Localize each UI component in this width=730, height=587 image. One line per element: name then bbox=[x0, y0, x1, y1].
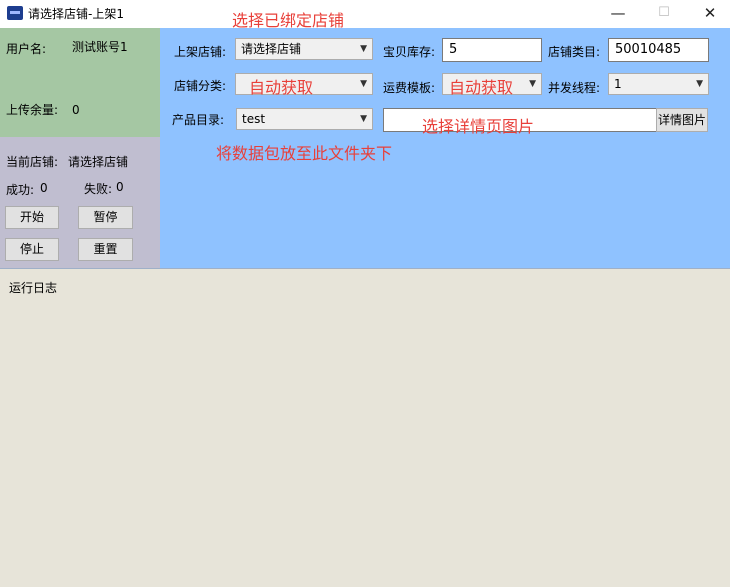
store-class-label: 店铺分类: bbox=[174, 79, 227, 93]
stock-label: 宝贝库存: bbox=[383, 45, 436, 59]
close-button[interactable]: ✕ bbox=[687, 0, 730, 28]
shipping-template-label: 运费模板: bbox=[383, 81, 436, 95]
minimize-button[interactable]: — bbox=[595, 0, 641, 28]
success-label: 成功: bbox=[6, 183, 35, 197]
current-store-label: 当前店铺: bbox=[6, 155, 59, 169]
username-value: 测试账号1 bbox=[72, 40, 128, 54]
pause-button[interactable]: 暂停 bbox=[78, 206, 133, 229]
divider bbox=[0, 268, 730, 269]
product-dir-label: 产品目录: bbox=[172, 113, 225, 127]
threads-value: 1 bbox=[614, 77, 622, 91]
chevron-down-icon: ▼ bbox=[529, 79, 536, 89]
shelf-store-select[interactable]: 请选择店铺 ▼ bbox=[235, 38, 373, 60]
log-area[interactable] bbox=[0, 296, 730, 587]
store-category-label: 店铺类目: bbox=[548, 45, 601, 59]
chevron-down-icon: ▼ bbox=[360, 79, 367, 89]
product-dir-select[interactable]: test ▼ bbox=[236, 108, 373, 130]
detail-images-placeholder: 选择详情页图片 bbox=[422, 117, 535, 136]
store-category-input[interactable]: 50010485 bbox=[608, 38, 709, 62]
upload-balance-label: 上传余量: bbox=[6, 103, 59, 117]
product-dir-note: 将数据包放至此文件夹下 bbox=[216, 144, 393, 163]
stop-button[interactable]: 停止 bbox=[5, 238, 59, 261]
chevron-down-icon: ▼ bbox=[360, 44, 367, 54]
fail-count: 0 bbox=[116, 180, 124, 194]
store-class-value: 自动获取 bbox=[249, 78, 314, 97]
threads-select[interactable]: 1 ▼ bbox=[608, 73, 709, 95]
run-log-label: 运行日志 bbox=[9, 281, 58, 295]
app-icon bbox=[7, 6, 23, 20]
username-label: 用户名: bbox=[6, 42, 47, 56]
maximize-button[interactable]: ☐ bbox=[641, 0, 687, 28]
window-title: 请选择店铺-上架1 bbox=[28, 7, 124, 21]
shelf-store-label: 上架店铺: bbox=[174, 45, 227, 59]
chevron-down-icon: ▼ bbox=[696, 79, 703, 89]
detail-images-button[interactable]: 详情图片 bbox=[656, 108, 708, 132]
fail-label: 失败: bbox=[84, 182, 113, 196]
shipping-template-value: 自动获取 bbox=[449, 78, 514, 97]
stock-input[interactable]: 5 bbox=[442, 38, 542, 62]
reset-button[interactable]: 重置 bbox=[78, 238, 133, 261]
upload-balance-value: 0 bbox=[72, 103, 80, 117]
chevron-down-icon: ▼ bbox=[360, 114, 367, 124]
threads-label: 并发线程: bbox=[548, 81, 601, 95]
start-button[interactable]: 开始 bbox=[5, 206, 59, 229]
shelf-store-value: 请选择店铺 bbox=[241, 42, 302, 56]
product-dir-value: test bbox=[242, 112, 266, 126]
success-count: 0 bbox=[40, 181, 48, 195]
current-store-value: 请选择店铺 bbox=[68, 155, 129, 169]
